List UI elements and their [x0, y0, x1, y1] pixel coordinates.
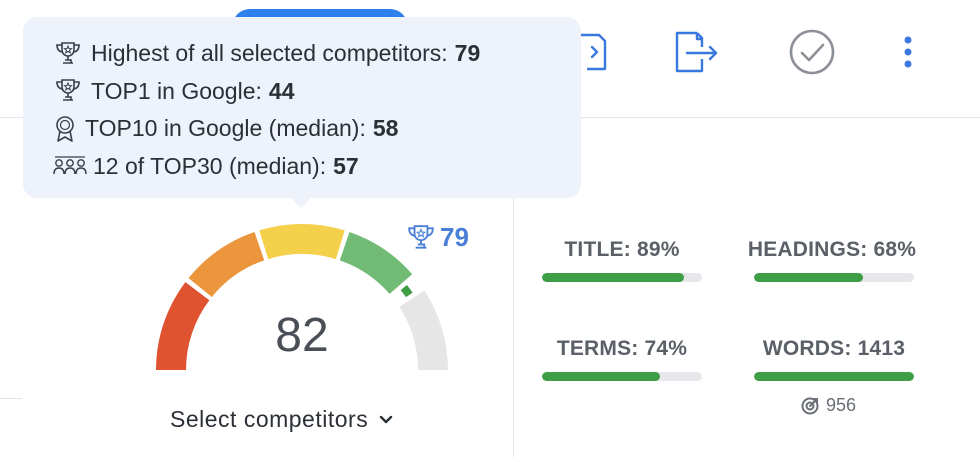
select-competitors-button[interactable]: Select competitors [170, 406, 394, 433]
check-circle-icon[interactable] [786, 26, 838, 78]
word-count-target: 956 [800, 395, 856, 416]
tooltip-row-top30: 12 of TOP30 (median): 57 [53, 148, 553, 186]
metric-label: WORDS: 1413 [762, 337, 906, 360]
metric-headings: HEADINGS: 68% [742, 238, 922, 282]
file-export-icon[interactable] [670, 26, 722, 78]
gauge-segment-orange [188, 231, 265, 298]
metric-progress-fill [542, 372, 661, 381]
gauge-segment-empty [399, 290, 448, 371]
metric-terms: TERMS: 74% [532, 337, 712, 381]
left-panel-divider [0, 398, 22, 399]
trophy-icon [53, 40, 85, 68]
metric-progress-bar [754, 273, 914, 282]
gauge-segment-green [400, 285, 413, 298]
tooltip-row-value: 58 [372, 115, 399, 142]
metric-progress-fill [754, 372, 914, 381]
group-icon [53, 152, 87, 180]
metric-progress-bar [542, 273, 702, 282]
tooltip-row-top10: TOP10 in Google (median): 58 [53, 110, 553, 148]
chevron-down-icon [378, 414, 394, 426]
trophy-icon [404, 223, 440, 253]
award-badge-icon [53, 115, 79, 143]
metric-progress-bar [754, 372, 914, 381]
metric-progress-bar [542, 372, 702, 381]
panel-vertical-divider [513, 195, 514, 457]
tooltip-row-value: 79 [454, 40, 481, 67]
tooltip-row-label: TOP10 in Google (median): [85, 115, 366, 142]
gauge-segment-red [156, 282, 210, 371]
tooltip-row-value: 57 [333, 152, 359, 179]
metric-label: HEADINGS: 68% [747, 238, 917, 261]
tooltip-row-top1: TOP1 in Google: 44 [53, 73, 553, 111]
tooltip-row-value: 44 [268, 77, 295, 104]
gauge-segment-light-green [339, 231, 413, 295]
best-competitor-score: 79 [404, 222, 469, 253]
competitors-tooltip: Highest of all selected competitors: 79 … [23, 17, 581, 198]
metric-progress-fill [754, 273, 863, 282]
target-icon [800, 396, 820, 416]
tooltip-row-highest: Highest of all selected competitors: 79 [53, 35, 553, 73]
best-competitor-value: 79 [440, 222, 469, 252]
metric-label: TITLE: 89% [564, 238, 680, 261]
metric-label: TERMS: 74% [556, 337, 688, 360]
word-target-value: 956 [826, 395, 857, 415]
metric-progress-fill [542, 273, 685, 282]
tooltip-arrow [289, 196, 313, 208]
select-competitors-label: Select competitors [170, 406, 369, 432]
tooltip-row-label: TOP1 in Google: [91, 77, 262, 104]
trophy-icon [53, 77, 85, 105]
tooltip-row-label: Highest of all selected competitors: [91, 40, 448, 67]
metric-title: TITLE: 89% [532, 238, 712, 282]
gauge-score: 82 [275, 309, 329, 362]
metric-words: WORDS: 1413 [744, 337, 924, 381]
gauge-segment-yellow [259, 224, 345, 260]
tooltip-row-label: 12 of TOP30 (median): [93, 152, 327, 179]
more-vertical-icon[interactable] [882, 26, 934, 78]
